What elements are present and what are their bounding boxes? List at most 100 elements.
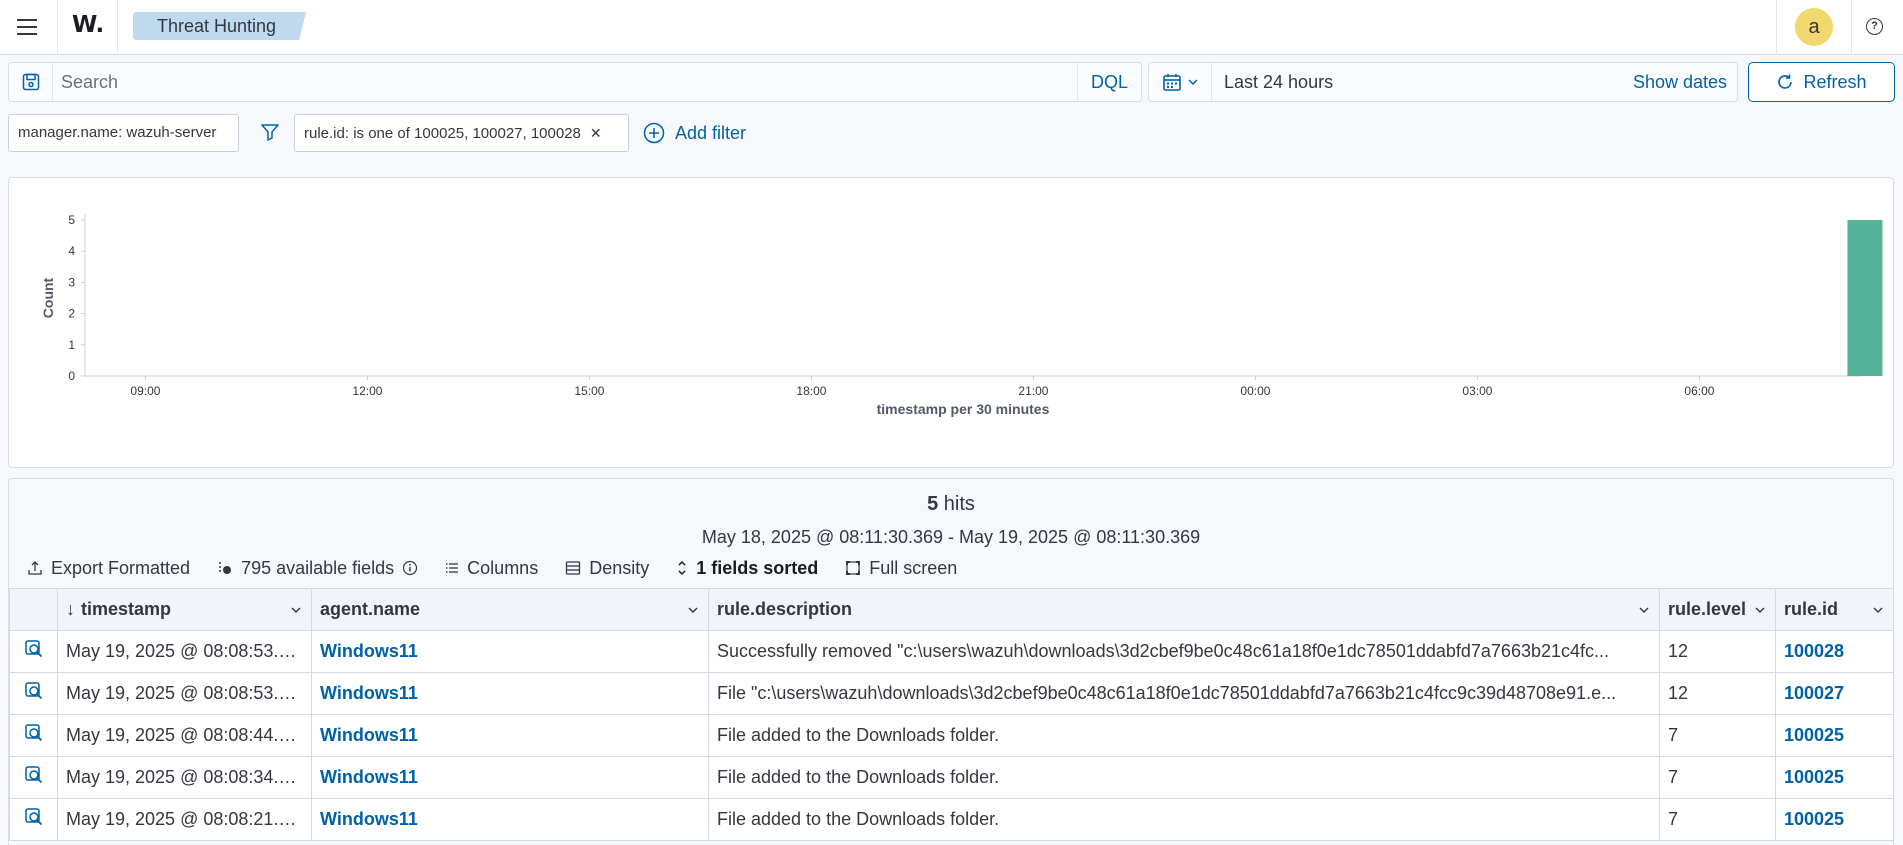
logo-text: W. xyxy=(72,12,105,38)
column-label: timestamp xyxy=(81,599,172,619)
column-label: rule.level xyxy=(1668,599,1747,619)
column-header-rule-id[interactable]: rule.id xyxy=(1775,588,1894,631)
cell-agent-name-link[interactable]: Windows11 xyxy=(311,756,709,799)
info-icon[interactable] xyxy=(402,560,418,576)
inspect-document-icon[interactable] xyxy=(9,756,58,799)
cell-rule-description: File added to the Downloads folder. xyxy=(708,714,1660,757)
quick-menu-button[interactable] xyxy=(1149,63,1212,101)
help-icon[interactable]: ? xyxy=(1866,18,1883,35)
table-row: May 19, 2025 @ 08:08:53.6... Windows11 Suc… xyxy=(9,630,1894,673)
table-density-icon xyxy=(566,561,581,575)
inspect-document-icon[interactable] xyxy=(9,630,58,673)
filter-pill-manager[interactable]: manager.name: wazuh-server xyxy=(8,114,239,152)
x-tick-label: 06:00 xyxy=(1684,384,1714,398)
search-input[interactable] xyxy=(61,69,1061,95)
chevron-down-icon[interactable] xyxy=(1871,603,1885,617)
menu-icon[interactable] xyxy=(14,14,40,40)
filter-pill-label: rule.id: is one of 100025, 100027, 10002… xyxy=(304,125,581,142)
x-tick-label: 15:00 xyxy=(574,384,604,398)
y-axis-title: Count xyxy=(40,277,56,318)
query-bar: DQL xyxy=(8,62,1142,102)
cell-timestamp: May 19, 2025 @ 08:08:34.0... xyxy=(57,756,312,799)
x-tick-label: 21:00 xyxy=(1018,384,1048,398)
available-fields-button[interactable]: 795 available fields xyxy=(217,558,418,579)
column-header-agent-name[interactable]: agent.name xyxy=(311,588,709,631)
chevron-down-icon[interactable] xyxy=(1637,603,1651,617)
refresh-label: Refresh xyxy=(1803,71,1867,92)
breadcrumb-threat-hunting[interactable]: Threat Hunting xyxy=(133,12,307,40)
x-tick-label: 12:00 xyxy=(352,384,382,398)
cell-timestamp: May 19, 2025 @ 08:08:53.6... xyxy=(57,672,312,715)
column-header-rule-description[interactable]: rule.description xyxy=(708,588,1660,631)
time-range-value[interactable]: Last 24 hours xyxy=(1224,72,1333,93)
table-row: May 19, 2025 @ 08:08:44.9... Windows11 Fil… xyxy=(9,714,1894,757)
full-screen-icon xyxy=(846,561,861,575)
results-table: ↓ timestamp agent.name rule.description r… xyxy=(9,588,1894,841)
date-picker: Last 24 hours Show dates xyxy=(1148,62,1738,102)
grid-toolbar: Export Formatted 795 available fields Co… xyxy=(27,555,984,581)
hits-count: 5 hits xyxy=(9,493,1893,516)
histogram-chart[interactable]: 0 1 2 3 4 5 09:00 12:00 15:00 18:00 21:00 00:00 03:0… xyxy=(9,178,1895,469)
cell-agent-name-link[interactable]: Windows11 xyxy=(311,798,709,841)
calendar-icon xyxy=(1162,74,1181,91)
cell-agent-name-link[interactable]: Windows11 xyxy=(311,672,709,715)
inspect-document-icon[interactable] xyxy=(9,714,58,757)
chevron-down-icon[interactable] xyxy=(1753,603,1767,617)
cell-agent-name-link[interactable]: Windows11 xyxy=(311,714,709,757)
columns-label: Columns xyxy=(467,557,539,578)
add-filter-label: Add filter xyxy=(675,122,747,143)
sort-label: 1 fields sorted xyxy=(696,557,819,578)
cell-agent-name-link[interactable]: Windows11 xyxy=(311,630,709,673)
close-icon[interactable]: ✕ xyxy=(590,115,602,151)
export-label: Export Formatted xyxy=(51,557,191,578)
cell-rule-id-link[interactable]: 100028 xyxy=(1775,630,1894,673)
table-row: May 19, 2025 @ 08:08:53.6... Windows11 Fil… xyxy=(9,672,1894,715)
density-button[interactable]: Density xyxy=(565,558,649,579)
divider xyxy=(1851,0,1852,55)
list-icon xyxy=(446,563,459,573)
density-label: Density xyxy=(589,557,650,578)
sort-fields-button[interactable]: 1 fields sorted xyxy=(676,558,818,579)
chevron-down-icon xyxy=(1187,79,1198,86)
show-dates-link[interactable]: Show dates xyxy=(1633,72,1727,93)
avatar[interactable]: a xyxy=(1795,8,1833,46)
cell-timestamp: May 19, 2025 @ 08:08:44.9... xyxy=(57,714,312,757)
cell-rule-id-link[interactable]: 100025 xyxy=(1775,714,1894,757)
add-filter-button[interactable]: Add filter xyxy=(643,122,746,144)
sort-icon xyxy=(678,560,686,576)
cell-rule-id-link[interactable]: 100027 xyxy=(1775,672,1894,715)
refresh-button[interactable]: Refresh xyxy=(1748,62,1895,102)
saved-query-icon[interactable] xyxy=(9,63,53,101)
cell-rule-id-link[interactable]: 100025 xyxy=(1775,798,1894,841)
divider xyxy=(117,0,118,55)
cell-rule-level: 7 xyxy=(1659,714,1776,757)
full-screen-button[interactable]: Full screen xyxy=(845,558,957,579)
x-tick-label: 18:00 xyxy=(796,384,826,398)
inspect-document-icon[interactable] xyxy=(9,798,58,841)
column-label: rule.id xyxy=(1784,599,1839,619)
plus-in-circle-icon xyxy=(643,122,665,144)
top-bar: W. Threat Hunting a ? xyxy=(0,0,1903,55)
refresh-icon xyxy=(1778,74,1793,89)
column-header-timestamp[interactable]: ↓ timestamp xyxy=(57,588,312,631)
export-icon xyxy=(28,561,42,575)
cell-rule-description: File added to the Downloads folder. xyxy=(708,756,1660,799)
column-header-rule-level[interactable]: rule.level xyxy=(1659,588,1776,631)
columns-button[interactable]: Columns xyxy=(445,558,538,579)
results-panel: 5 hits May 18, 2025 @ 08:11:30.369 - May… xyxy=(8,478,1894,845)
full-screen-label: Full screen xyxy=(869,557,958,578)
filter-icon[interactable] xyxy=(260,122,280,142)
x-axis-title: timestamp per 30 minutes xyxy=(877,401,1050,417)
dql-toggle[interactable]: DQL xyxy=(1077,63,1141,101)
chevron-down-icon[interactable] xyxy=(686,603,700,617)
hits-label: hits xyxy=(938,493,975,515)
chevron-down-icon[interactable] xyxy=(289,603,303,617)
y-tick-label: 5 xyxy=(68,213,75,227)
inspect-document-icon[interactable] xyxy=(9,672,58,715)
cell-rule-id-link[interactable]: 100025 xyxy=(1775,756,1894,799)
export-formatted-button[interactable]: Export Formatted xyxy=(27,558,190,579)
sort-down-icon: ↓ xyxy=(66,599,75,619)
filter-pill-rule-id[interactable]: rule.id: is one of 100025, 100027, 10002… xyxy=(294,114,629,152)
app-logo[interactable]: W. xyxy=(72,12,104,38)
table-header-row: ↓ timestamp agent.name rule.description r… xyxy=(9,588,1894,631)
